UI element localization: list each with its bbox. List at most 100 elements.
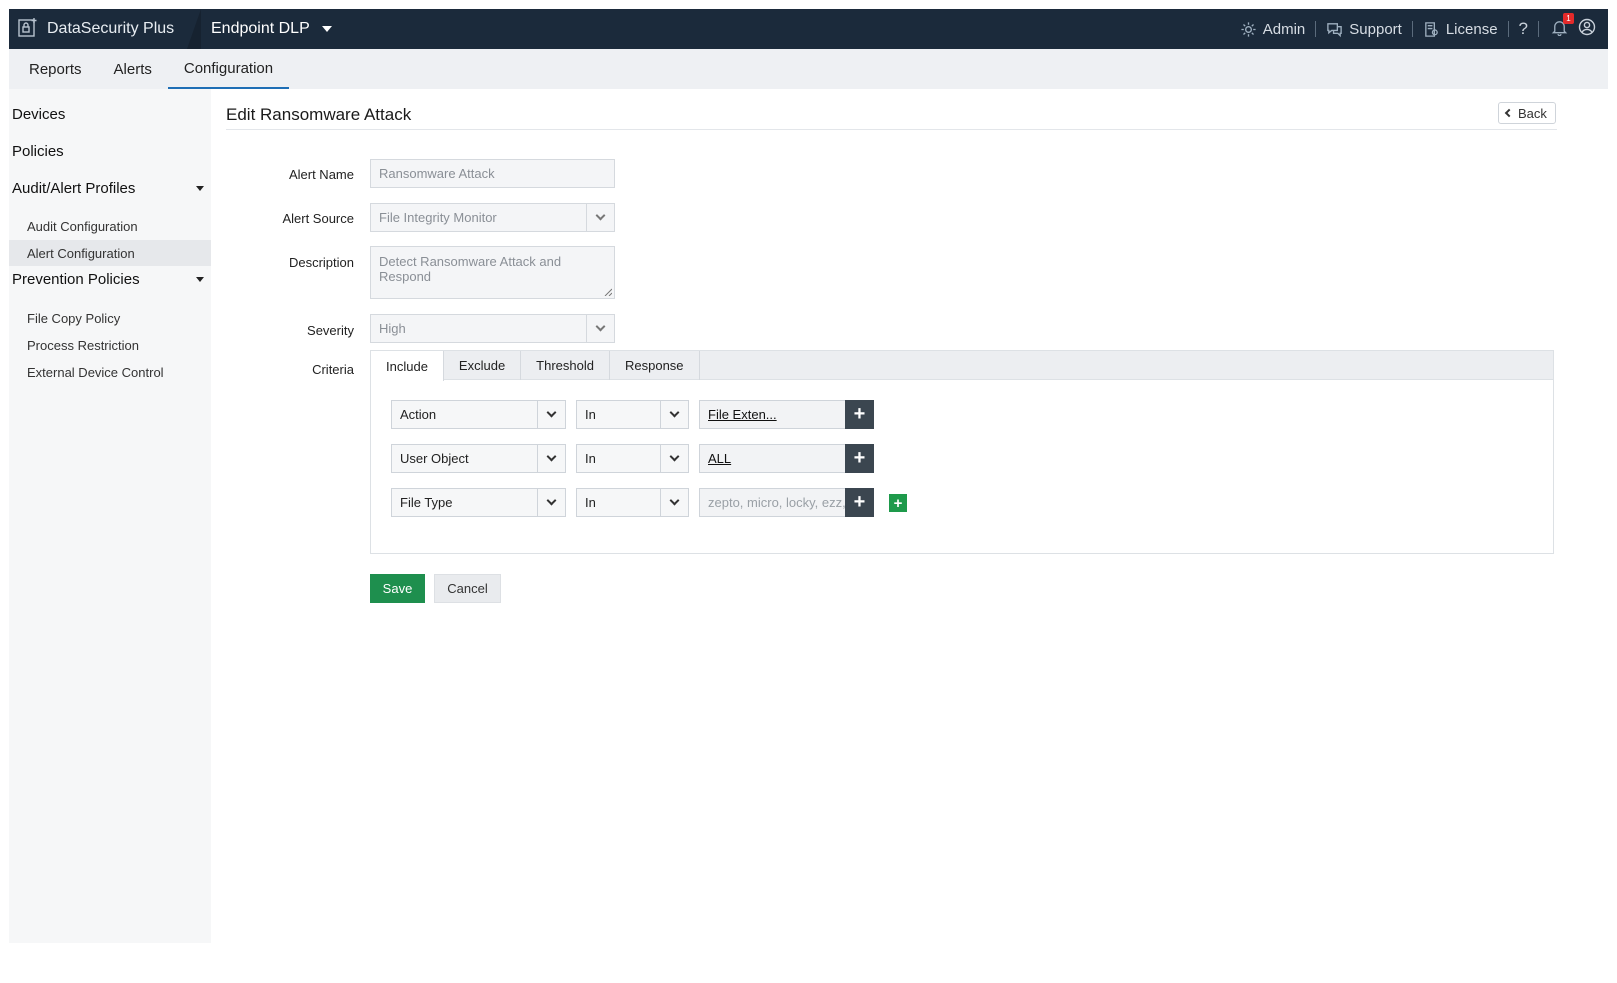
criteria-operator-select[interactable]: In bbox=[576, 400, 689, 429]
brand-divider bbox=[187, 9, 201, 49]
tab-exclude[interactable]: Exclude bbox=[444, 351, 522, 380]
criteria-row: File Type In zepto, micro, locky, ezz, e… bbox=[391, 488, 911, 517]
title-divider bbox=[226, 129, 1557, 130]
product-name: Endpoint DLP bbox=[211, 20, 310, 37]
app-window: DataSecurity Plus Endpoint DLP Admin Sup… bbox=[9, 9, 1608, 973]
sidebar-item-file-copy-policy[interactable]: File Copy Policy bbox=[9, 305, 211, 331]
chevron-down-icon bbox=[660, 445, 688, 472]
sidebar-group-prevention-policies[interactable]: Prevention Policies bbox=[12, 271, 214, 288]
description-textarea[interactable]: Detect Ransomware Attack and Respond bbox=[370, 246, 615, 299]
sidebar-item-label: Prevention Policies bbox=[12, 271, 140, 288]
back-label: Back bbox=[1518, 105, 1547, 121]
criteria-row: Action In File Exten... + bbox=[391, 400, 911, 429]
chevron-left-icon bbox=[1504, 108, 1514, 118]
add-value-button[interactable]: + bbox=[845, 488, 874, 517]
sidebar-item-label: Audit/Alert Profiles bbox=[12, 180, 136, 197]
sidebar: Devices Policies Audit/Alert Profiles Au… bbox=[9, 89, 211, 943]
tab-reports[interactable]: Reports bbox=[9, 49, 98, 89]
file-type-values: zepto, micro, locky, ezz, exx, xyz, aaa,… bbox=[708, 495, 846, 510]
gear-icon bbox=[1241, 21, 1256, 37]
criteria-operator-select[interactable]: In bbox=[576, 444, 689, 473]
chat-icon bbox=[1327, 22, 1343, 37]
chevron-down-icon bbox=[660, 489, 688, 516]
resize-handle-icon[interactable] bbox=[604, 288, 612, 296]
criteria-operator-value: In bbox=[585, 451, 596, 466]
sidebar-group-audit-alert-profiles[interactable]: Audit/Alert Profiles bbox=[12, 180, 214, 197]
sidebar-item-devices[interactable]: Devices bbox=[12, 106, 65, 123]
caret-down-icon bbox=[196, 277, 204, 282]
alert-name-value: Ransomware Attack bbox=[379, 166, 495, 181]
add-criteria-row-button[interactable]: + bbox=[889, 494, 907, 512]
alert-source-select[interactable]: File Integrity Monitor bbox=[370, 203, 615, 232]
tab-threshold[interactable]: Threshold bbox=[521, 351, 610, 380]
criteria-value-link[interactable]: File Exten... bbox=[708, 407, 777, 422]
criteria-field-value: Action bbox=[400, 407, 437, 422]
divider bbox=[1315, 21, 1317, 37]
alert-source-label: Alert Source bbox=[282, 211, 354, 226]
file-type-values-input[interactable]: zepto, micro, locky, ezz, exx, xyz, aaa,… bbox=[699, 488, 846, 517]
criteria-value-box: File Exten... bbox=[699, 400, 846, 429]
support-link[interactable]: Support bbox=[1326, 21, 1402, 38]
brand[interactable]: DataSecurity Plus bbox=[9, 9, 199, 49]
top-links: Admin Support License ? 1 bbox=[1240, 9, 1596, 49]
user-icon bbox=[1578, 18, 1596, 36]
tab-alerts[interactable]: Alerts bbox=[98, 49, 168, 89]
criteria-operator-select[interactable]: In bbox=[576, 488, 689, 517]
datasecurity-logo-icon bbox=[17, 16, 39, 43]
criteria-operator-value: In bbox=[585, 407, 596, 422]
description-label: Description bbox=[288, 255, 354, 270]
support-label: Support bbox=[1349, 20, 1402, 38]
user-profile-button[interactable] bbox=[1578, 18, 1596, 40]
tab-configuration[interactable]: Configuration bbox=[167, 49, 290, 89]
product-switcher[interactable]: Endpoint DLP bbox=[211, 9, 332, 49]
criteria-field-select[interactable]: File Type bbox=[391, 488, 566, 517]
plus-icon: + bbox=[853, 491, 866, 513]
criteria-value-link[interactable]: ALL bbox=[708, 451, 731, 466]
alert-name-label: Alert Name bbox=[288, 167, 354, 182]
top-bar: DataSecurity Plus Endpoint DLP Admin Sup… bbox=[9, 9, 1608, 49]
sidebar-item-alert-configuration[interactable]: Alert Configuration bbox=[9, 240, 211, 266]
severity-label: Severity bbox=[307, 323, 354, 338]
divider bbox=[1538, 21, 1539, 37]
criteria-field-value: User Object bbox=[400, 451, 469, 466]
criteria-field-select[interactable]: User Object bbox=[391, 444, 566, 473]
license-label: License bbox=[1445, 20, 1498, 38]
brand-name: DataSecurity Plus bbox=[47, 20, 175, 37]
chevron-down-icon bbox=[586, 204, 614, 231]
notifications-button[interactable]: 1 bbox=[1551, 12, 1574, 40]
severity-value: High bbox=[379, 321, 406, 336]
help-icon[interactable]: ? bbox=[1519, 19, 1528, 39]
criteria-panel: Include Exclude Threshold Response Actio… bbox=[370, 350, 1554, 554]
alert-name-input[interactable]: Ransomware Attack bbox=[370, 159, 615, 188]
tab-include[interactable]: Include bbox=[371, 351, 444, 381]
admin-link[interactable]: Admin bbox=[1240, 20, 1306, 38]
sidebar-item-external-device-control[interactable]: External Device Control bbox=[9, 359, 211, 385]
criteria-operator-value: In bbox=[585, 495, 596, 510]
alert-source-value: File Integrity Monitor bbox=[379, 210, 497, 225]
back-button[interactable]: Back bbox=[1498, 102, 1556, 124]
plus-icon: + bbox=[853, 447, 866, 469]
description-value: Detect Ransomware Attack and Respond bbox=[379, 254, 562, 284]
criteria-field-select[interactable]: Action bbox=[391, 400, 566, 429]
divider bbox=[1507, 21, 1509, 37]
criteria-row: User Object In ALL + bbox=[391, 444, 911, 473]
add-value-button[interactable]: + bbox=[845, 400, 874, 429]
criteria-field-value: File Type bbox=[400, 495, 453, 510]
criteria-value-box: ALL bbox=[699, 444, 846, 473]
divider bbox=[1411, 21, 1413, 37]
add-value-button[interactable]: + bbox=[845, 444, 874, 473]
tab-response[interactable]: Response bbox=[610, 351, 700, 380]
plus-icon: + bbox=[853, 403, 866, 425]
sidebar-item-process-restriction[interactable]: Process Restriction bbox=[9, 332, 211, 358]
chevron-down-icon bbox=[660, 401, 688, 428]
sidebar-item-policies[interactable]: Policies bbox=[12, 143, 64, 160]
save-button[interactable]: Save bbox=[370, 574, 425, 603]
caret-down-icon bbox=[196, 186, 204, 191]
sidebar-item-audit-configuration[interactable]: Audit Configuration bbox=[9, 213, 211, 239]
license-link[interactable]: License bbox=[1423, 21, 1498, 38]
admin-label: Admin bbox=[1262, 20, 1306, 38]
plus-icon: + bbox=[893, 494, 903, 512]
severity-select[interactable]: High bbox=[370, 314, 615, 343]
cancel-button[interactable]: Cancel bbox=[434, 574, 501, 603]
license-icon bbox=[1425, 21, 1438, 37]
